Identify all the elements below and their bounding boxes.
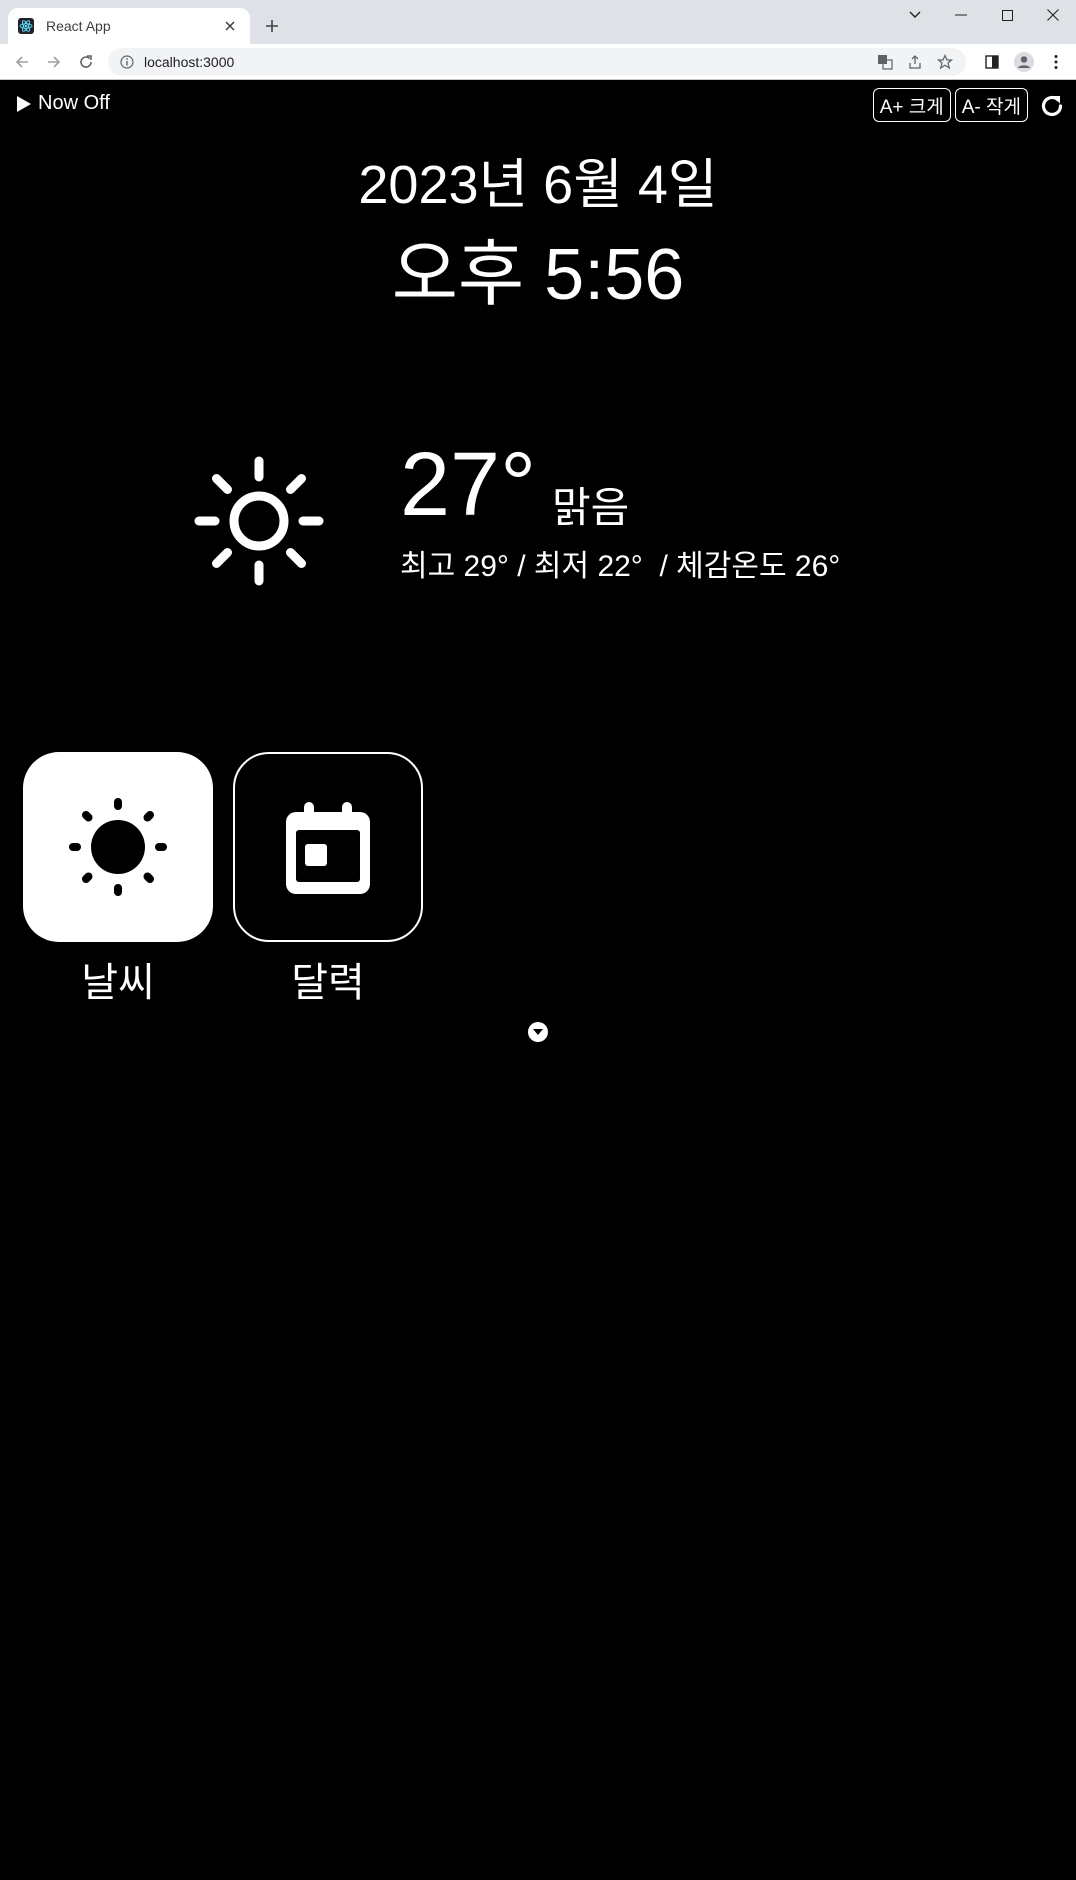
sun-icon xyxy=(69,798,167,896)
play-icon xyxy=(17,95,31,112)
now-toggle-label: Now Off xyxy=(38,92,110,114)
tab-title: React App xyxy=(46,18,111,34)
calendar-app-label: 달력 xyxy=(291,961,365,1005)
maximize-icon[interactable] xyxy=(984,0,1030,30)
current-time: 오후 5:56 xyxy=(391,235,685,315)
calendar-icon xyxy=(286,802,370,894)
current-date: 2023년 6월 4일 xyxy=(358,155,718,215)
profile-avatar-icon[interactable] xyxy=(1010,48,1038,76)
calendar-app-tile[interactable] xyxy=(233,752,423,942)
reload-icon[interactable] xyxy=(72,48,100,76)
font-increase-button[interactable]: A+ 크게 xyxy=(872,88,951,122)
menu-kebab-icon[interactable] xyxy=(1042,48,1070,76)
info-icon[interactable] xyxy=(120,55,134,69)
browser-chrome: React App localhost:3000 xyxy=(0,0,1076,80)
browser-tab[interactable]: React App xyxy=(8,8,250,44)
new-tab-icon[interactable] xyxy=(258,12,286,40)
browser-toolbar: localhost:3000 xyxy=(0,44,1076,80)
tab-close-icon[interactable] xyxy=(220,16,240,36)
forward-arrow-icon[interactable] xyxy=(40,48,68,76)
bookmark-star-icon[interactable] xyxy=(934,52,956,72)
tab-strip: React App xyxy=(0,0,1076,44)
sun-icon xyxy=(194,456,324,586)
weather-condition: 맑음 xyxy=(552,484,630,531)
address-bar[interactable]: localhost:3000 xyxy=(108,48,966,76)
weather-app-label: 날씨 xyxy=(81,961,155,1005)
translate-icon[interactable] xyxy=(874,52,896,72)
side-panel-icon[interactable] xyxy=(978,48,1006,76)
chevron-down-icon xyxy=(533,1029,543,1035)
tab-search-icon[interactable] xyxy=(892,0,938,30)
url-text: localhost:3000 xyxy=(144,54,235,70)
react-logo-icon xyxy=(18,18,34,34)
close-window-icon[interactable] xyxy=(1030,0,1076,30)
refresh-icon[interactable] xyxy=(1038,92,1066,120)
share-icon[interactable] xyxy=(904,52,926,72)
temperature: 27° xyxy=(400,435,537,535)
expand-more-button[interactable] xyxy=(528,1022,548,1042)
window-controls xyxy=(892,0,1076,30)
font-size-controls: A+ 크게 A- 작게 xyxy=(872,88,1028,122)
minimize-icon[interactable] xyxy=(938,0,984,30)
weather-app-tile[interactable] xyxy=(23,752,213,942)
app-screen: Now Off A+ 크게 A- 작게 2023년 6월 4일 오후 5:56 … xyxy=(0,80,1076,1880)
font-decrease-button[interactable]: A- 작게 xyxy=(954,88,1028,122)
back-arrow-icon[interactable] xyxy=(8,48,36,76)
temperature-details: 최고 29° / 최저 22° / 체감온도 26° xyxy=(400,550,841,583)
now-toggle-button[interactable]: Now Off xyxy=(16,92,110,115)
